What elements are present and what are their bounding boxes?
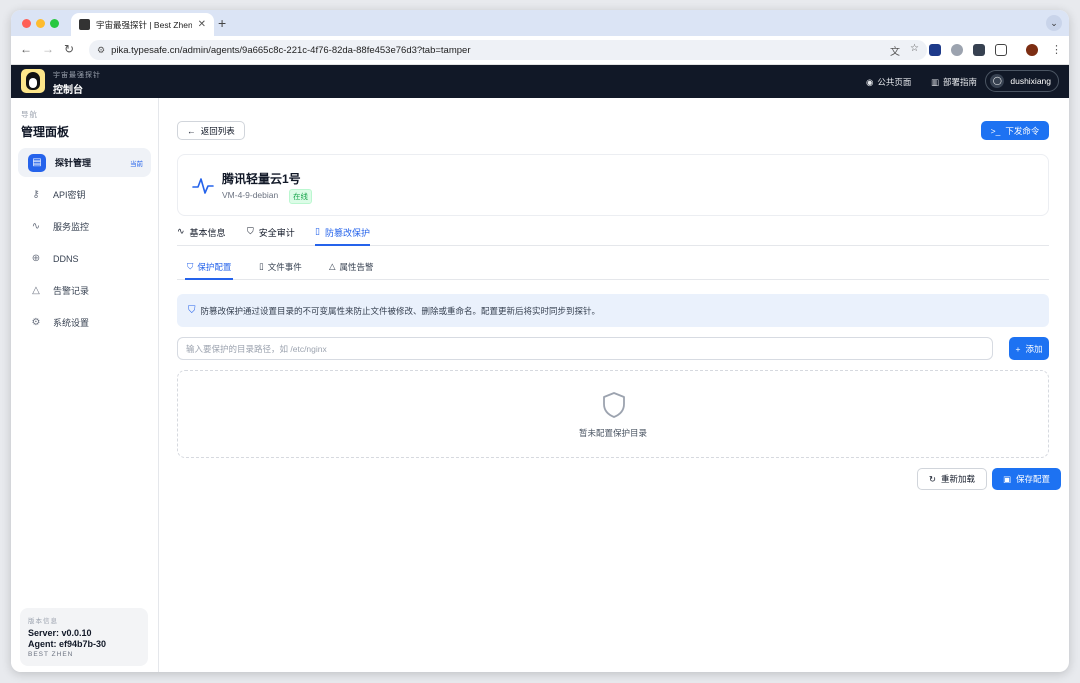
save-config-button[interactable]: ▣ 保存配置 bbox=[992, 468, 1061, 490]
tamper-subtabs: ⛉ 保护配置 ▯ 文件事件 △ 属性告警 bbox=[177, 258, 1049, 280]
arrow-left-icon: ← bbox=[187, 125, 196, 136]
info-banner: ⛉ 防篡改保护通过设置目录的不可变属性来防止文件被修改、删除或重命名。配置更新后… bbox=[177, 294, 1049, 327]
agent-hostname: VM-4-9-debian bbox=[222, 190, 279, 200]
penguin-logo-icon bbox=[21, 69, 45, 93]
back-arrow-icon[interactable]: ← bbox=[20, 42, 32, 56]
terminal-icon: >_ bbox=[990, 125, 1001, 136]
sidebar-caption: 导航 bbox=[21, 110, 38, 119]
activity-pulse-icon bbox=[192, 178, 214, 194]
reload-icon[interactable]: ↻ bbox=[64, 42, 74, 56]
user-icon: ◯ bbox=[990, 74, 1005, 88]
shield-icon: ⛉ bbox=[187, 261, 194, 271]
brand-title: 控制台 bbox=[53, 85, 83, 96]
detail-tabs: ∿ 基本信息 ⛉ 安全审计 ▯ 防篡改保护 bbox=[177, 222, 1049, 246]
version-info: 版本信息 Server: v0.0.10 Agent: ef94b7b-30 B… bbox=[20, 608, 148, 666]
public-page-link[interactable]: ◉ 公共页面 bbox=[866, 76, 911, 88]
tab-title: 宇宙最强探针 | Best Zhen bbox=[96, 19, 192, 30]
close-window-button[interactable] bbox=[22, 19, 31, 28]
main-content: ← 返回列表 >_ 下发命令 腾讯轻量云1号 VM-4-9-debian 在线 … bbox=[159, 98, 1069, 672]
app-header: 宇宙最强探针 控制台 ◉ 公共页面 ▥ 部署指南 ◯ dushixiang bbox=[11, 65, 1069, 98]
save-icon: ▣ bbox=[1002, 473, 1011, 484]
eye-icon: ◉ bbox=[866, 76, 874, 87]
extension-icon[interactable] bbox=[929, 44, 941, 56]
translate-icon[interactable]: 文 bbox=[890, 43, 900, 58]
warning-icon: △ bbox=[32, 285, 40, 296]
username: dushixiang bbox=[1010, 76, 1051, 86]
gear-icon: ⚙ bbox=[31, 317, 41, 328]
sidebar-item-api-keys[interactable]: ⚷ API密钥 bbox=[18, 180, 151, 209]
bookmark-star-icon[interactable]: ☆ bbox=[910, 43, 919, 58]
warning-icon: △ bbox=[329, 261, 336, 271]
address-toolbar: ← → ↻ ⚙ pika.typesafe.cn/admin/agents/9a… bbox=[11, 36, 1069, 65]
plus-icon: + bbox=[1015, 343, 1021, 354]
book-icon: ▥ bbox=[931, 76, 940, 87]
agent-card: 腾讯轻量云1号 VM-4-9-debian 在线 bbox=[177, 154, 1049, 216]
sidebar-item-alert-records[interactable]: △ 告警记录 bbox=[18, 276, 151, 305]
maximize-window-button[interactable] bbox=[50, 19, 59, 28]
globe-icon: ⊕ bbox=[31, 253, 41, 264]
empty-state: 暂未配置保护目录 bbox=[177, 370, 1049, 458]
minimize-window-button[interactable] bbox=[36, 19, 45, 28]
agent-version: Agent: ef94b7b-30 bbox=[28, 639, 107, 649]
sidebar: 导航 管理面板 ▤ 探针管理 当前 ⚷ API密钥 ∿ 服务监控 ⊕ DDNS … bbox=[11, 98, 159, 672]
info-text: 防篡改保护通过设置目录的不可变属性来防止文件被修改、删除或重命名。配置更新后将实… bbox=[200, 305, 601, 316]
extension-icon[interactable] bbox=[951, 44, 963, 56]
new-tab-icon[interactable]: + bbox=[218, 15, 226, 31]
forward-arrow-icon[interactable]: → bbox=[42, 42, 54, 56]
extensions-puzzle-icon[interactable] bbox=[995, 44, 1007, 56]
sidebar-item-ddns[interactable]: ⊕ DDNS bbox=[18, 244, 151, 273]
browser-menu-icon[interactable]: ⋮ bbox=[1051, 43, 1062, 56]
server-icon: ▤ bbox=[28, 153, 46, 172]
file-lock-icon: ▯ bbox=[315, 226, 320, 236]
back-to-list-button[interactable]: ← 返回列表 bbox=[177, 121, 245, 140]
url-bar[interactable]: ⚙ pika.typesafe.cn/admin/agents/9a665c8c… bbox=[89, 40, 927, 60]
tab-search-chevron-icon[interactable]: ⌄ bbox=[1046, 15, 1062, 31]
reload-button[interactable]: ↻ 重新加载 bbox=[917, 468, 987, 490]
user-menu-button[interactable]: ◯ dushixiang bbox=[985, 70, 1059, 92]
sidebar-item-settings[interactable]: ⚙ 系统设置 bbox=[18, 308, 151, 337]
deploy-guide-link[interactable]: ▥ 部署指南 bbox=[931, 76, 977, 88]
favicon-icon bbox=[79, 19, 90, 30]
file-icon: ▯ bbox=[259, 261, 264, 271]
send-command-button[interactable]: >_ 下发命令 bbox=[981, 121, 1049, 140]
refresh-icon: ↻ bbox=[928, 473, 937, 484]
empty-message: 暂未配置保护目录 bbox=[578, 428, 647, 438]
subtab-attribute-alerts[interactable]: △ 属性告警 bbox=[327, 261, 376, 280]
agent-name: 腾讯轻量云1号 bbox=[222, 172, 301, 186]
sidebar-item-agents[interactable]: ▤ 探针管理 当前 bbox=[18, 148, 151, 177]
subtab-protect-config[interactable]: ⛉ 保护配置 bbox=[185, 261, 234, 280]
current-badge: 当前 bbox=[130, 160, 143, 168]
brand-subtitle: 宇宙最强探针 bbox=[53, 72, 101, 79]
tab-strip: 宇宙最强探针 | Best Zhen ✕ + ⌄ bbox=[11, 10, 1069, 36]
key-icon: ⚷ bbox=[32, 189, 40, 200]
sidebar-item-service-monitor[interactable]: ∿ 服务监控 bbox=[18, 212, 151, 241]
tab-basic-info[interactable]: ∿ 基本信息 bbox=[177, 226, 226, 246]
tab-tamper-protection[interactable]: ▯ 防篡改保护 bbox=[315, 226, 370, 246]
extension-icon[interactable] bbox=[973, 44, 985, 56]
protect-path-input[interactable] bbox=[177, 337, 993, 360]
tab-security-audit[interactable]: ⛉ 安全审计 bbox=[247, 226, 295, 246]
close-tab-icon[interactable]: ✕ bbox=[198, 19, 206, 30]
site-settings-icon[interactable]: ⚙ bbox=[97, 45, 105, 56]
activity-icon: ∿ bbox=[177, 226, 185, 236]
activity-icon: ∿ bbox=[31, 221, 41, 232]
shield-icon: ⛉ bbox=[247, 226, 254, 236]
browser-tab[interactable]: 宇宙最强探针 | Best Zhen ✕ bbox=[71, 13, 214, 36]
status-badge: 在线 bbox=[289, 189, 312, 204]
add-path-button[interactable]: + 添加 bbox=[1009, 337, 1049, 360]
url-text: pika.typesafe.cn/admin/agents/9a665c8c-2… bbox=[111, 44, 471, 56]
shield-icon bbox=[603, 392, 625, 418]
server-version: Server: v0.0.10 bbox=[28, 628, 92, 638]
shield-icon: ⛉ bbox=[188, 305, 196, 316]
browser-window: 宇宙最强探针 | Best Zhen ✕ + ⌄ ← → ↻ ⚙ pika.ty… bbox=[11, 10, 1069, 672]
profile-avatar-icon[interactable] bbox=[1026, 44, 1038, 56]
subtab-file-events[interactable]: ▯ 文件事件 bbox=[257, 261, 304, 280]
sidebar-title: 管理面板 bbox=[21, 125, 70, 139]
